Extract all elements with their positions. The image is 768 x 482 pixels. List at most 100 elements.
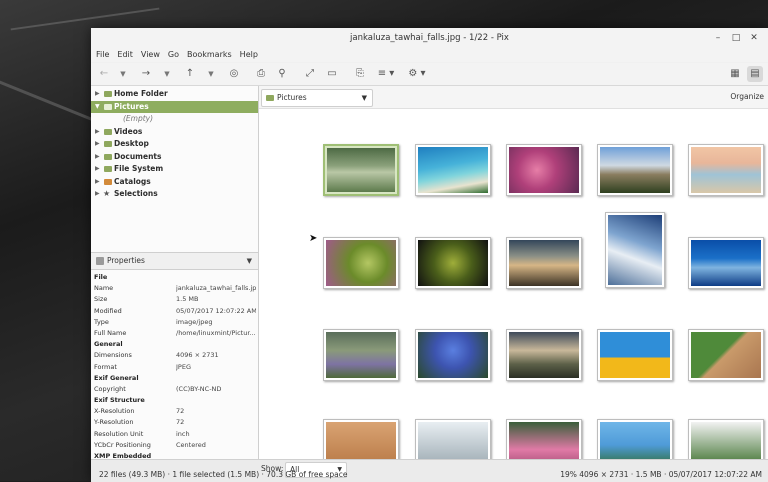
back-icon[interactable]: ←: [97, 66, 111, 82]
thumbnail[interactable]: [323, 329, 399, 381]
search-icon[interactable]: ⚲: [275, 66, 289, 82]
close-icon[interactable]: ✕: [748, 32, 760, 44]
menu-view[interactable]: View: [137, 48, 164, 62]
properties-dropdown[interactable]: Properties ▼: [91, 252, 258, 270]
thumbnail-image: [691, 147, 761, 193]
expand-arrow-icon[interactable]: ▶: [95, 88, 103, 101]
property-row: Name jankaluza_tawhai_falls.jpg: [94, 284, 256, 293]
thumbnail[interactable]: [415, 419, 491, 459]
menu-file[interactable]: File: [92, 48, 113, 62]
expand-arrow-icon[interactable]: ▶: [95, 188, 103, 201]
tree-item-desktop[interactable]: ▶ Desktop: [91, 138, 258, 151]
property-row: Copyright (CC)BY-NC-ND: [94, 384, 222, 393]
thumbnail[interactable]: [605, 212, 665, 288]
properties-panel: File Name jankaluza_tawhai_falls.jpg Size…: [91, 272, 258, 459]
up-icon[interactable]: ↑: [183, 66, 197, 82]
tree-item-label: Catalogs: [114, 176, 151, 186]
location-dropdown[interactable]: Pictures ▼: [261, 89, 373, 107]
expand-arrow-icon[interactable]: ▶: [95, 151, 103, 164]
expand-arrow-icon[interactable]: ▶: [95, 126, 103, 139]
thumbnail-image: [509, 147, 579, 193]
thumbnail[interactable]: [688, 329, 764, 381]
property-row: Type image/jpeg: [94, 317, 213, 326]
thumbnail-image: [691, 422, 761, 459]
tree-item-catalogs[interactable]: ▶ Catalogs: [91, 176, 258, 189]
property-row: Modified 05/07/2017 12:07:22 AM: [94, 306, 256, 315]
folder-icon: [266, 95, 274, 101]
reload-icon[interactable]: ◎: [227, 66, 241, 82]
title-bar[interactable]: jankaluza_tawhai_falls.jpg - 1/22 - Pix …: [91, 28, 768, 48]
edit-file-icon[interactable]: ⎘: [353, 66, 367, 82]
thumbnail[interactable]: [323, 419, 399, 459]
thumbnail-image: [600, 332, 670, 378]
folder-icon: [104, 128, 112, 135]
collapse-arrow-icon[interactable]: ▼: [95, 101, 103, 114]
menu-bar: File Edit View Go Bookmarks Help: [91, 48, 768, 62]
thumbnail[interactable]: [506, 419, 582, 459]
back-history-icon[interactable]: ▼: [119, 66, 127, 82]
tree-item-pictures[interactable]: ▼ Pictures: [91, 100, 258, 114]
thumbnail[interactable]: [506, 329, 582, 381]
expand-arrow-icon[interactable]: ▶: [95, 176, 103, 189]
thumbnail[interactable]: [415, 237, 491, 289]
up-history-icon[interactable]: ▼: [207, 66, 215, 82]
tree-item-label: Documents: [114, 151, 162, 161]
organize-button[interactable]: Organize: [730, 86, 764, 108]
thumbnail[interactable]: [688, 237, 764, 289]
thumbnail-image: [418, 240, 488, 286]
thumbnail-image: [418, 332, 488, 378]
forward-history-icon[interactable]: ▼: [163, 66, 171, 82]
thumbnail-image: [327, 148, 395, 192]
properties-toggle-icon[interactable]: ▤: [747, 66, 763, 82]
properties-label: Properties: [107, 256, 145, 265]
property-section: XMP Embedded: [94, 452, 152, 459]
fullscreen-icon[interactable]: ⤢: [303, 66, 317, 82]
thumbnail-image: [608, 215, 662, 285]
thumbnail-image: [326, 332, 396, 378]
sidebar-toggle-icon[interactable]: ▦: [728, 66, 742, 82]
folder-icon: [104, 91, 112, 97]
thumbnail[interactable]: [415, 144, 491, 196]
expand-arrow-icon[interactable]: ▶: [95, 138, 103, 151]
thumbnail[interactable]: [688, 419, 764, 459]
thumbnail[interactable]: [506, 237, 582, 289]
thumbnail[interactable]: [506, 144, 582, 196]
status-bar: Show: All ▼ 22 files (49.3 MB) · 1 file …: [91, 459, 768, 482]
menu-edit[interactable]: Edit: [113, 48, 137, 62]
tree-item-label: File System: [114, 164, 164, 173]
property-section: Exif Structure: [94, 396, 145, 405]
thumbnail[interactable]: [597, 144, 673, 196]
tree-item-file-system[interactable]: ▶ File System: [91, 163, 258, 176]
thumbnail[interactable]: [415, 329, 491, 381]
thumbnail[interactable]: [323, 144, 399, 196]
menu-bookmarks[interactable]: Bookmarks: [183, 48, 236, 62]
maximize-icon[interactable]: □: [730, 32, 742, 44]
tools-menu-icon[interactable]: ⚙ ▾: [406, 66, 428, 82]
star-icon: ★: [103, 189, 111, 198]
print-icon[interactable]: ⎙: [254, 66, 268, 82]
expand-arrow-icon[interactable]: ▶: [95, 163, 103, 176]
slideshow-icon[interactable]: ▭: [325, 66, 339, 82]
list-menu-icon[interactable]: ≡ ▾: [375, 66, 397, 82]
menu-go[interactable]: Go: [164, 48, 183, 62]
tree-item-selections[interactable]: ▶ ★ Selections: [91, 188, 258, 201]
tree-item-videos[interactable]: ▶ Videos: [91, 126, 258, 139]
folder-tree: ▶ Home Folder ▼ Pictures (Empty) ▶ Video…: [91, 88, 258, 201]
tree-item-documents[interactable]: ▶ Documents: [91, 151, 258, 164]
thumbnail-image: [691, 240, 761, 286]
thumbnail[interactable]: [688, 144, 764, 196]
thumbnail[interactable]: [597, 329, 673, 381]
thumbnail-grid: ➤: [259, 108, 768, 459]
thumbnail-image: [509, 332, 579, 378]
thumbnail[interactable]: [323, 237, 399, 289]
thumbnail[interactable]: [597, 419, 673, 459]
toolbar: ← ▼ → ▼ ↑ ▼ ◎ ⎙ ⚲ ⤢ ▭ ⎘ 🗑 ≡ ▾ ⚙ ▾ ▦ ▤: [91, 63, 768, 86]
tree-item-home-folder[interactable]: ▶ Home Folder: [91, 88, 258, 101]
thumbnail-image: [326, 422, 396, 459]
forward-icon[interactable]: →: [139, 66, 153, 82]
status-image-info: 19% 4096 × 2731 · 1.5 MB · 05/07/2017 12…: [560, 470, 762, 479]
menu-help[interactable]: Help: [236, 48, 262, 62]
minimize-icon[interactable]: –: [712, 32, 724, 44]
property-row: Size 1.5 MB: [94, 295, 199, 304]
catalog-icon: [104, 178, 112, 185]
